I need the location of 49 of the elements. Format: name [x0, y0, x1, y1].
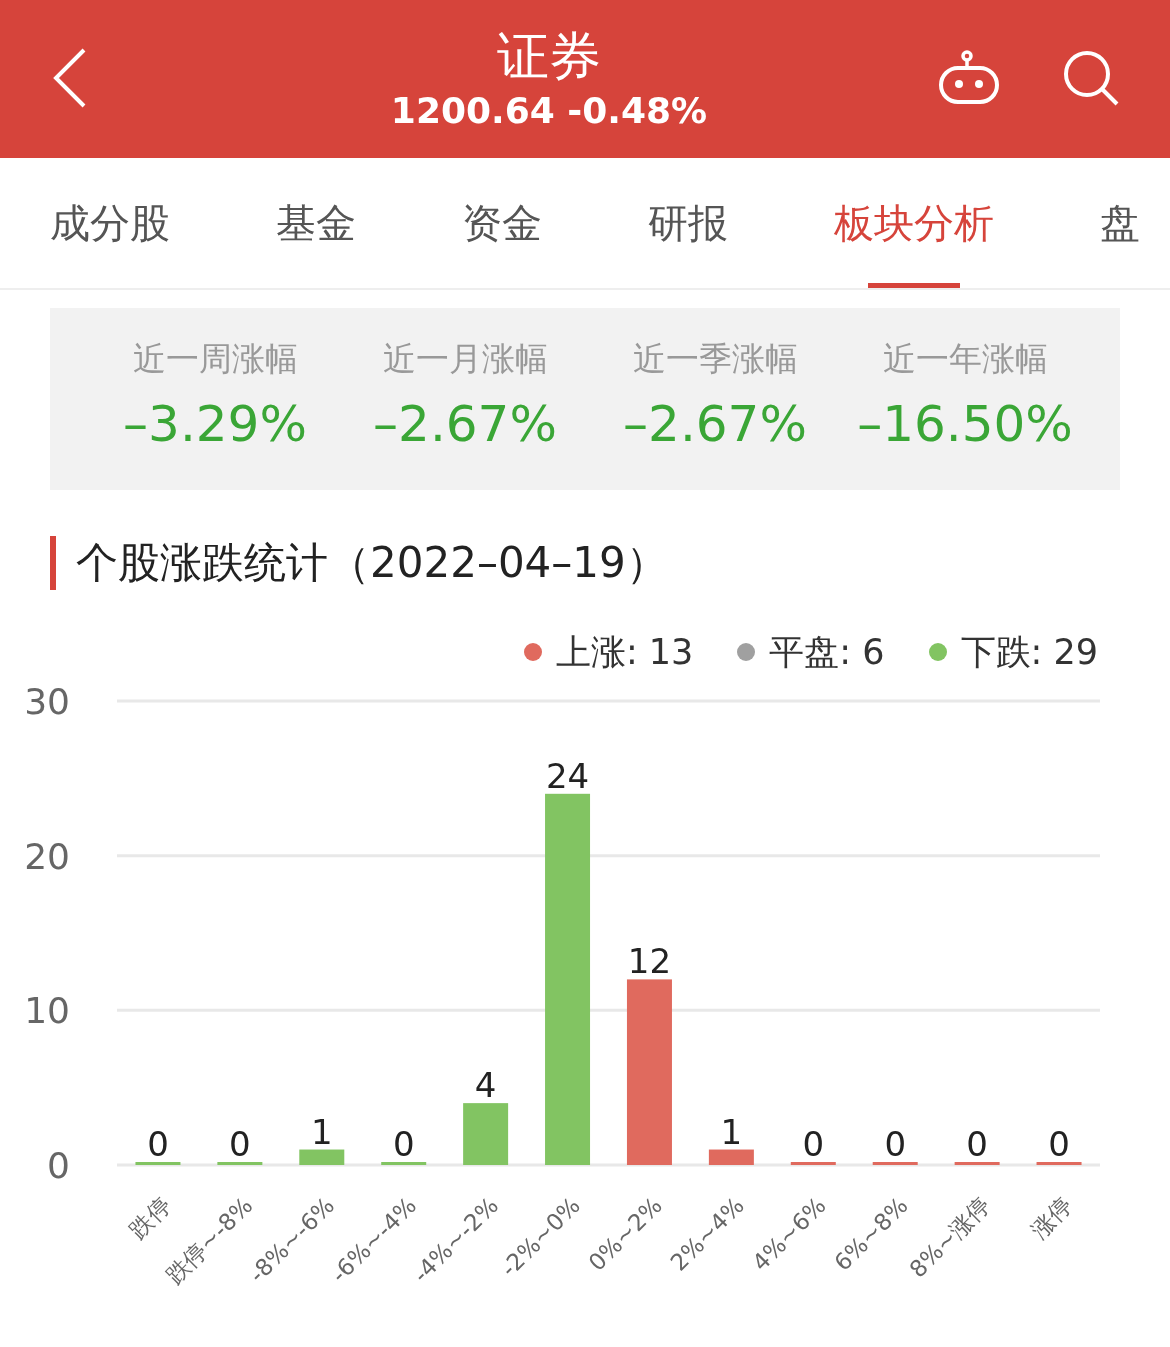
category-label: 跌停 [124, 1192, 176, 1244]
bar-value-label: 0 [884, 1124, 907, 1164]
bar-value-label: 0 [392, 1124, 415, 1164]
tab[interactable]: 基金 [276, 158, 356, 288]
tab[interactable]: 研报 [648, 158, 728, 288]
axis-tick-label: 30 [24, 681, 70, 722]
index-quote: 1200.64 -0.48% [390, 89, 708, 133]
category-label: 涨停 [1025, 1192, 1077, 1244]
tab[interactable]: 成分股 [50, 158, 170, 288]
bar-value-label: 0 [966, 1124, 988, 1164]
stat-value: –16.50% [857, 394, 1073, 455]
stat-label: 近一月涨幅 [382, 339, 548, 379]
legend-label: 平盘: 6 [769, 630, 885, 674]
bar [790, 1162, 836, 1165]
bar-value-label: 0 [147, 1124, 169, 1164]
bar [217, 1162, 263, 1165]
bar [299, 1149, 345, 1165]
bar [708, 1149, 754, 1165]
bar-value-label: 0 [229, 1124, 251, 1164]
bar [872, 1162, 918, 1165]
legend-label: 上涨: 13 [555, 630, 694, 674]
bar [381, 1162, 427, 1165]
bar [463, 1103, 509, 1165]
bar [1036, 1162, 1082, 1165]
bar-value-label: 0 [802, 1124, 825, 1164]
stat-label: 近一年涨幅 [882, 339, 1048, 379]
tab[interactable]: 盘 [1100, 158, 1140, 288]
stat-value: –2.67% [373, 394, 557, 455]
bar-value-label: 1 [720, 1111, 743, 1152]
legend-label: 下跌: 29 [960, 630, 1098, 674]
tab[interactable]: 资金 [462, 158, 542, 288]
bar-value-label: 24 [545, 755, 590, 796]
stat-label: 近一季涨幅 [632, 339, 798, 379]
bar-value-label: 1 [310, 1111, 333, 1152]
bar-value-label: 0 [1048, 1124, 1070, 1164]
axis-tick-label: 20 [24, 835, 70, 877]
accent-bar [50, 536, 56, 590]
section-title: 个股涨跌统计（2022–04–19） [76, 537, 668, 589]
tab[interactable]: 板块分析 [834, 158, 994, 288]
stat-value: –2.67% [623, 394, 807, 455]
axis-tick-label: 0 [47, 1145, 70, 1186]
page-title: 证券 [497, 25, 601, 88]
stat-label: 近一周涨幅 [132, 339, 298, 379]
axis-tick-label: 10 [24, 990, 70, 1032]
bar-value-label: 12 [627, 941, 672, 982]
bar [954, 1162, 1000, 1165]
bar-value-label: 4 [474, 1065, 497, 1106]
stat-value: –3.29% [123, 394, 307, 455]
bar [135, 1162, 181, 1165]
